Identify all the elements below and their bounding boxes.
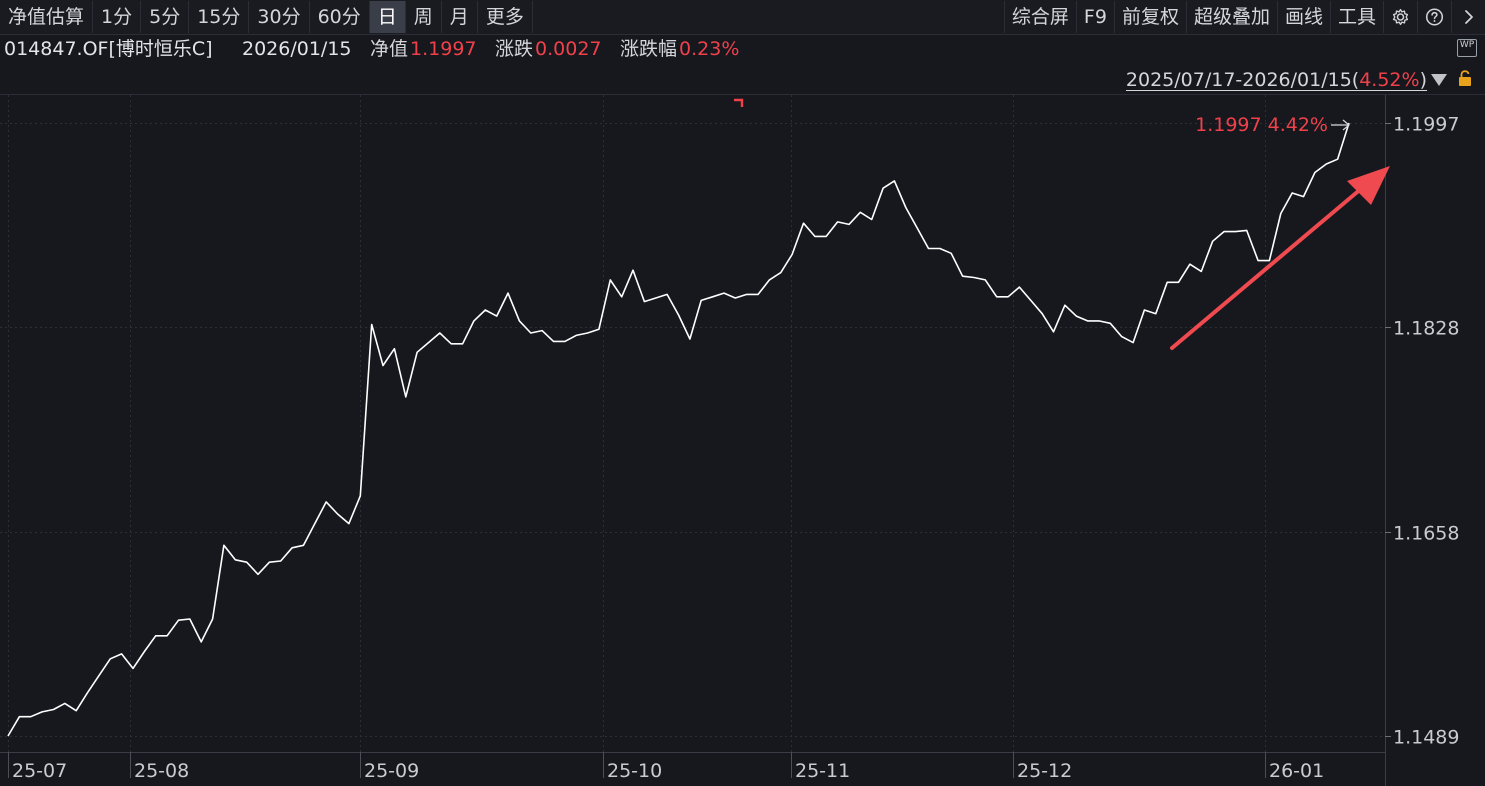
y-tick-label: 1.1489 <box>1393 727 1459 749</box>
x-tick-label: 25-08 <box>134 760 189 782</box>
trend-arrow-head <box>1347 166 1390 205</box>
y-tick-label: 1.1828 <box>1393 318 1459 340</box>
x-tick-label: 25-10 <box>607 760 662 782</box>
x-tick-label: 26-01 <box>1269 760 1324 782</box>
x-tick-label: 25-12 <box>1017 760 1072 782</box>
x-tick-label: 25-07 <box>12 760 67 782</box>
y-tick-label: 1.1997 <box>1393 114 1459 136</box>
x-tick-label: 25-09 <box>364 760 419 782</box>
y-tick-label: 1.1658 <box>1393 523 1459 545</box>
nav-series-line <box>7 122 1350 737</box>
last-value-label: 1.1997 4.42% <box>1195 114 1328 136</box>
event-marker <box>734 98 744 107</box>
last-value-pointer <box>1331 119 1350 131</box>
chart-window: 净值估算 1分 5分 15分 30分 60分 日 周 月 更多 综合屏 F9 前… <box>0 0 1485 786</box>
x-tick-label: 25-11 <box>795 760 850 782</box>
trend-arrow-shaft <box>1170 186 1364 350</box>
nav-line-chart: 1.1997 1.1828 1.1658 1.1489 25-07 25-08 25-09 2… <box>0 94 1485 786</box>
